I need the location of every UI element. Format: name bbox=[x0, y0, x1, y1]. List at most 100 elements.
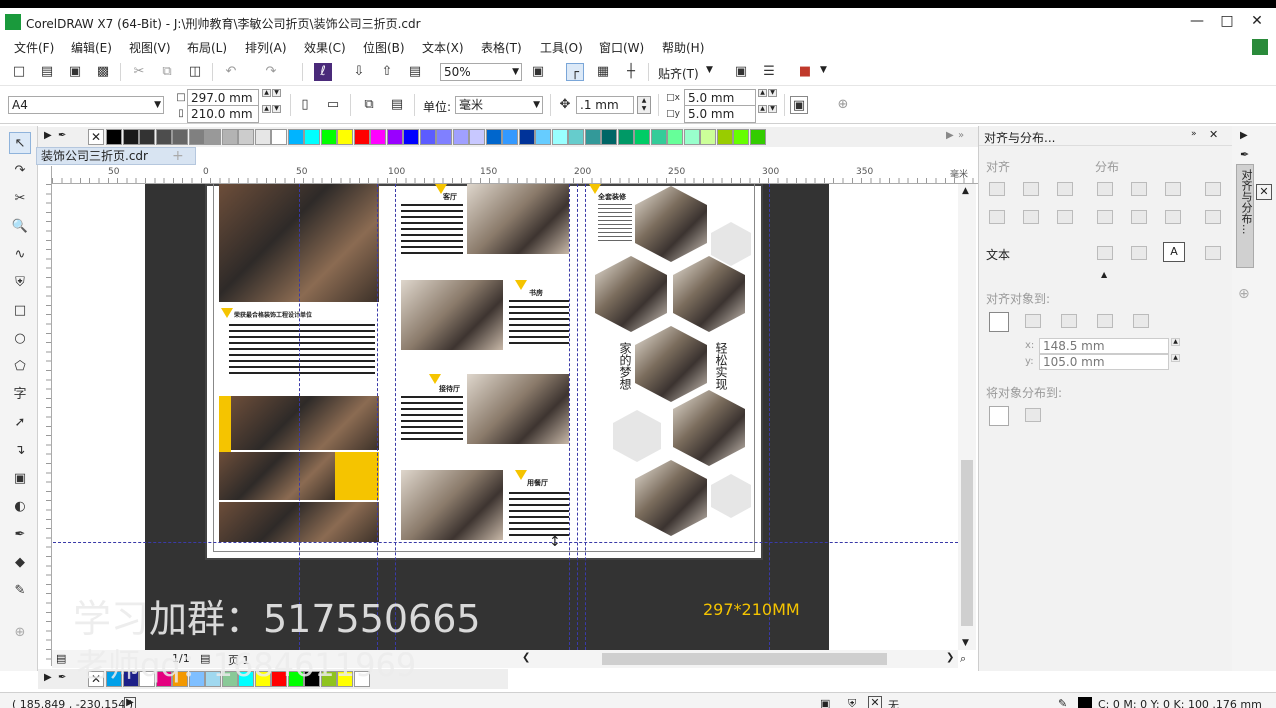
color-swatch[interactable] bbox=[683, 129, 700, 145]
scroll-right-icon[interactable]: ❯ bbox=[946, 652, 954, 663]
align-top-icon[interactable] bbox=[989, 210, 1005, 224]
color-swatch[interactable] bbox=[139, 129, 155, 145]
snap-chevron-icon[interactable]: ▼ bbox=[706, 65, 713, 75]
zoom-level-select[interactable]: 50% ▼ bbox=[440, 63, 522, 81]
smart-fill-icon[interactable]: ⛨ bbox=[9, 272, 31, 294]
color-swatch[interactable] bbox=[452, 129, 469, 145]
nudge-distance-field[interactable]: .1 mm bbox=[576, 96, 634, 114]
distribute-spacing-h-icon[interactable] bbox=[1165, 182, 1181, 196]
width-spin-up[interactable]: ▲ bbox=[262, 89, 271, 97]
connector-tool-icon[interactable]: ↴ bbox=[9, 440, 31, 462]
color-swatch[interactable] bbox=[254, 129, 271, 145]
horizontal-scroll-thumb[interactable] bbox=[602, 653, 887, 665]
vertical-scrollbar[interactable]: ▲ ▼ bbox=[958, 184, 976, 650]
color-swatch[interactable] bbox=[337, 129, 353, 145]
color-swatch[interactable] bbox=[172, 129, 188, 145]
doc-palette-eyedropper-icon[interactable]: ✒ bbox=[58, 672, 66, 683]
menu-table[interactable]: 表格(T) bbox=[481, 39, 522, 56]
guideline[interactable] bbox=[299, 184, 300, 650]
shape-tool-icon[interactable]: ↷ bbox=[9, 160, 31, 182]
menu-layout[interactable]: 布局(L) bbox=[187, 39, 227, 56]
maximize-button[interactable]: □ bbox=[1216, 11, 1238, 31]
ellipse-tool-icon[interactable]: ○ bbox=[9, 328, 31, 350]
welcome-screen-icon[interactable]: ▣ bbox=[732, 63, 750, 81]
color-swatch[interactable] bbox=[188, 129, 205, 145]
units-select[interactable]: 毫米 ▼ bbox=[455, 96, 543, 114]
living-room-photo-2[interactable] bbox=[467, 184, 569, 254]
color-swatch[interactable] bbox=[568, 129, 584, 145]
menu-arrange[interactable]: 排列(A) bbox=[245, 39, 287, 56]
color-swatch[interactable] bbox=[287, 129, 304, 145]
docker-close-icon[interactable]: ✕ bbox=[1209, 128, 1218, 141]
color-swatch[interactable] bbox=[155, 129, 172, 145]
color-swatch[interactable] bbox=[386, 129, 403, 145]
color-swatch[interactable] bbox=[271, 129, 287, 145]
menu-window[interactable]: 窗口(W) bbox=[599, 39, 644, 56]
color-swatch[interactable] bbox=[106, 129, 122, 145]
new-document-icon[interactable]: □ bbox=[10, 63, 28, 81]
color-swatch[interactable] bbox=[238, 129, 254, 145]
dining-hall-photo[interactable] bbox=[401, 470, 503, 540]
active-objects-icon[interactable] bbox=[989, 312, 1009, 332]
save-icon[interactable]: ▣ bbox=[66, 63, 84, 81]
distribute-bottom-icon[interactable] bbox=[1205, 210, 1221, 224]
vertical-scroll-thumb[interactable] bbox=[961, 460, 973, 626]
application-launcher-icon[interactable]: ■ bbox=[796, 63, 814, 81]
zoom-navigator-icon[interactable]: ⌕ bbox=[960, 652, 966, 666]
page-size-select[interactable]: A4 ▼ bbox=[8, 96, 164, 114]
color-swatch[interactable] bbox=[403, 129, 419, 145]
vertical-ruler[interactable] bbox=[38, 166, 52, 666]
horizontal-ruler[interactable]: 50 0 50 100 150 200 250 300 350 毫米 bbox=[52, 166, 978, 184]
guideline[interactable] bbox=[577, 184, 578, 650]
color-swatch[interactable] bbox=[733, 129, 749, 145]
palette-expand-icon[interactable]: » bbox=[958, 130, 964, 141]
color-swatch[interactable] bbox=[320, 129, 337, 145]
rectangle-tool-icon[interactable]: □ bbox=[9, 300, 31, 322]
specified-point-icon[interactable] bbox=[1133, 314, 1149, 328]
docker-tabs-scroll-icon[interactable]: ▶ bbox=[1240, 130, 1248, 141]
height-spin-up[interactable]: ▲ bbox=[262, 105, 271, 113]
palette-eyedropper-icon[interactable]: ✒ bbox=[58, 130, 66, 141]
polygon-tool-icon[interactable]: ⬠ bbox=[9, 356, 31, 378]
menu-edit[interactable]: 编辑(E) bbox=[71, 39, 112, 56]
distribute-center-h-icon[interactable] bbox=[1131, 182, 1147, 196]
minimize-button[interactable]: — bbox=[1186, 11, 1208, 31]
text-bounding-box-icon[interactable]: A bbox=[1163, 242, 1185, 262]
doc-palette-menu-icon[interactable]: ▶ bbox=[44, 672, 52, 683]
color-swatch[interactable] bbox=[617, 129, 634, 145]
no-color-swatch[interactable]: ✕ bbox=[88, 129, 104, 145]
color-swatch[interactable] bbox=[601, 129, 617, 145]
docker-close-all-icon[interactable]: ✕ bbox=[1256, 184, 1272, 200]
dup-x-spin-up[interactable]: ▲ bbox=[758, 89, 767, 97]
color-swatch[interactable] bbox=[650, 129, 667, 145]
print-icon[interactable]: ▩ bbox=[94, 63, 112, 81]
cut-icon[interactable]: ✂ bbox=[130, 63, 148, 81]
add-tool-icon[interactable]: ⊕ bbox=[9, 622, 31, 644]
launcher-chevron-icon[interactable]: ▼ bbox=[820, 65, 827, 75]
show-grid-icon[interactable]: ▦ bbox=[594, 63, 612, 81]
color-swatch[interactable] bbox=[304, 129, 320, 145]
color-swatch[interactable] bbox=[700, 129, 716, 145]
color-swatch[interactable] bbox=[634, 129, 650, 145]
distribute-center-v-icon[interactable] bbox=[1131, 210, 1147, 224]
guideline[interactable] bbox=[395, 184, 396, 650]
status-arrow-icon[interactable]: ▶ bbox=[124, 697, 136, 708]
drawing-canvas[interactable]: 荣获最合格装饰工程设计单位 客厅 书房 接待厅 用餐厅 全套装修 家的梦想 轻松… bbox=[53, 184, 958, 650]
align-point-y-field[interactable]: 105.0 mm bbox=[1039, 354, 1169, 370]
color-swatch[interactable] bbox=[122, 129, 139, 145]
color-swatch[interactable] bbox=[584, 129, 601, 145]
import-icon[interactable]: ⇩ bbox=[350, 63, 368, 81]
palette-scroll-right-icon[interactable]: ▶ bbox=[946, 130, 954, 141]
align-left-icon[interactable] bbox=[989, 182, 1005, 196]
duplicate-distance-y-field[interactable]: 5.0 mm bbox=[684, 105, 756, 123]
distribute-spacing-icon[interactable] bbox=[1025, 408, 1041, 422]
y-spin[interactable]: ▲ bbox=[1171, 354, 1180, 362]
eyedropper-icon[interactable]: ✒ bbox=[9, 524, 31, 546]
text-last-baseline-icon[interactable] bbox=[1131, 246, 1147, 260]
color-swatch[interactable] bbox=[469, 129, 485, 145]
menu-effects[interactable]: 效果(C) bbox=[304, 39, 346, 56]
landscape-icon[interactable]: ▭ bbox=[324, 96, 342, 114]
interactive-fill-icon[interactable]: ◆ bbox=[9, 552, 31, 574]
collapse-arrow-icon[interactable]: ▲ bbox=[1101, 270, 1107, 279]
scroll-down-icon[interactable]: ▼ bbox=[962, 638, 969, 648]
